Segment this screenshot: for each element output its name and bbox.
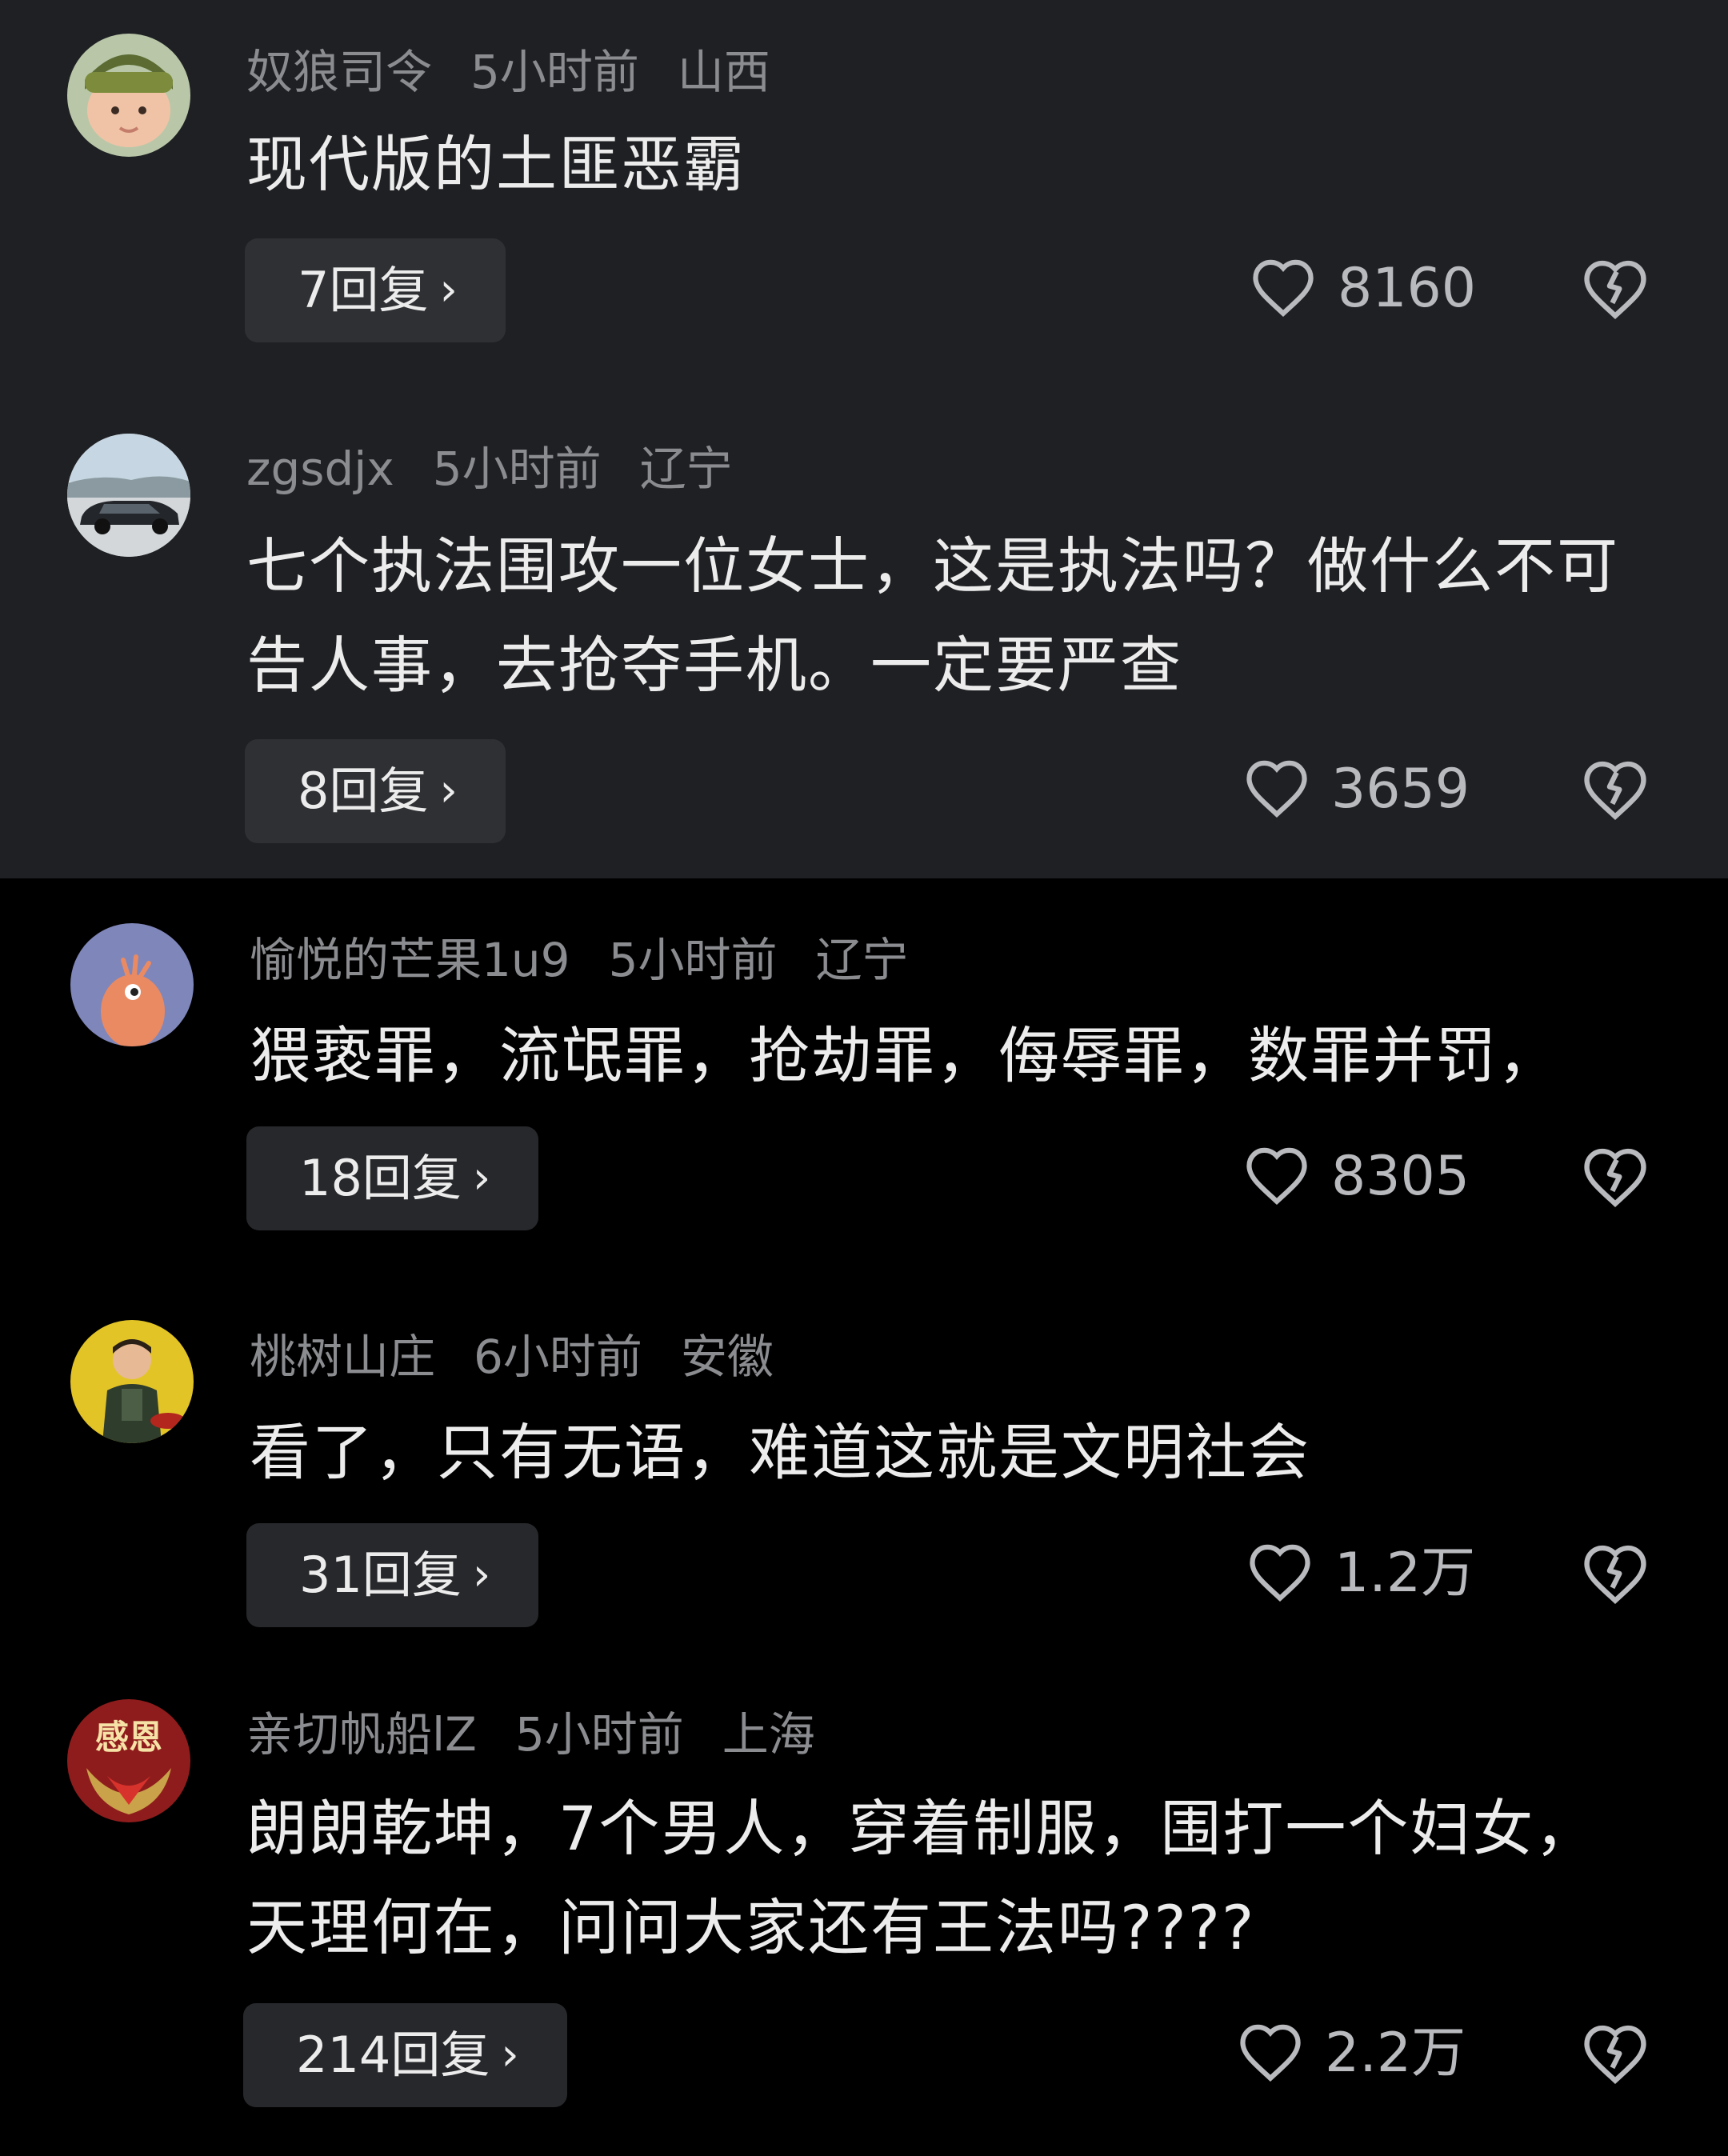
username[interactable]: 奴狼司令 xyxy=(246,45,432,99)
username[interactable]: 愉悦的芒果1u9 xyxy=(250,933,570,987)
avatar[interactable] xyxy=(70,1320,194,1443)
reply-count-label: 8回复 xyxy=(298,762,429,820)
chevron-right-icon: › xyxy=(472,1152,491,1204)
comment-meta: zgsdjx 5小时前 辽宁 xyxy=(246,437,771,501)
like-button[interactable]: 8160 xyxy=(1250,237,1476,341)
mango-bird-avatar-icon xyxy=(70,923,194,1046)
broken-heart-icon xyxy=(1584,761,1646,821)
reply-count-label: 31回复 xyxy=(299,1546,462,1604)
view-replies-button[interactable]: 18回复 › xyxy=(246,1126,539,1230)
dislike-button[interactable] xyxy=(1581,1522,1650,1626)
view-replies-button[interactable]: 8回复 › xyxy=(245,739,506,843)
like-count: 3659 xyxy=(1331,758,1470,821)
comment-text: 七个执法围攻一位女士，这是执法吗？做什么不可告人事，去抢夺手机。一定要严查 xyxy=(246,530,1619,701)
like-button[interactable]: 8305 xyxy=(1243,1125,1470,1229)
heart-outline-icon xyxy=(1250,1545,1310,1602)
like-count: 1.2万 xyxy=(1334,1542,1476,1605)
chevron-right-icon: › xyxy=(439,765,458,817)
child-avatar-icon xyxy=(70,1320,194,1443)
gratitude-avatar-icon: 感恩 xyxy=(67,1699,190,1822)
reply-count-label: 214回复 xyxy=(296,2026,490,2084)
dislike-button[interactable] xyxy=(1581,738,1650,842)
like-button[interactable]: 1.2万 xyxy=(1246,1522,1475,1626)
reply-count-label: 18回复 xyxy=(299,1149,462,1207)
dislike-button[interactable] xyxy=(1581,237,1650,341)
timestamp: 5小时前 xyxy=(514,1707,684,1762)
comment-text: 朗朗乾坤，7个男人，穿着制服，围打一个妇女，天理何在，问问大家还有王法吗???? xyxy=(246,1793,1598,1963)
comment-text: 看了，只有无语，难道这就是文明社会 xyxy=(250,1417,1310,1488)
chevron-right-icon: › xyxy=(501,2029,519,2081)
username[interactable]: 桃树山庄 xyxy=(250,1330,435,1384)
location: 上海 xyxy=(722,1707,815,1762)
timestamp: 5小时前 xyxy=(470,45,639,99)
location: 辽宁 xyxy=(639,442,733,496)
comment-meta: 奴狼司令 5小时前 山西 xyxy=(246,40,809,104)
username[interactable]: 亲切帆船lZ xyxy=(246,1707,477,1762)
broken-heart-icon xyxy=(1584,260,1646,320)
comment-text: 猥亵罪，流氓罪，抢劫罪，侮辱罪，数罪并罚， xyxy=(250,1020,1560,1091)
timestamp: 5小时前 xyxy=(608,933,778,987)
broken-heart-icon xyxy=(1584,1545,1646,1605)
reply-count-label: 7回复 xyxy=(298,261,429,319)
avatar[interactable] xyxy=(67,34,190,157)
like-count: 8305 xyxy=(1331,1145,1470,1208)
broken-heart-icon xyxy=(1584,2025,1646,2085)
comment-meta: 亲切帆船lZ 5小时前 上海 xyxy=(246,1702,854,1766)
like-button[interactable]: 2.2万 xyxy=(1237,2002,1466,2106)
comment-meta: 愉悦的芒果1u9 5小时前 辽宁 xyxy=(250,928,947,992)
avatar[interactable] xyxy=(70,923,194,1046)
timestamp: 6小时前 xyxy=(474,1330,642,1384)
heart-outline-icon xyxy=(1253,260,1314,318)
heart-outline-icon xyxy=(1240,2025,1301,2082)
comment-meta: 桃树山庄 6小时前 安徽 xyxy=(250,1325,812,1389)
like-button[interactable]: 3659 xyxy=(1243,738,1470,842)
location: 安徽 xyxy=(680,1330,774,1384)
gratitude-avatar-label: 感恩 xyxy=(95,1718,162,1757)
view-replies-button[interactable]: 214回复 › xyxy=(243,2003,567,2107)
avatar[interactable]: 感恩 xyxy=(67,1699,190,1822)
chevron-right-icon: › xyxy=(472,1549,491,1601)
comment-text: 现代版的土匪恶霸 xyxy=(246,129,746,200)
username[interactable]: zgsdjx xyxy=(246,442,394,496)
location: 山西 xyxy=(677,45,770,99)
location: 辽宁 xyxy=(815,933,909,987)
heart-outline-icon xyxy=(1246,761,1307,818)
car-avatar-icon xyxy=(67,434,190,557)
dislike-button[interactable] xyxy=(1581,1125,1650,1229)
baby-avatar-icon xyxy=(67,34,190,157)
view-replies-button[interactable]: 31回复 › xyxy=(246,1523,539,1627)
chevron-right-icon: › xyxy=(439,264,458,316)
dislike-button[interactable] xyxy=(1581,2002,1650,2106)
broken-heart-icon xyxy=(1584,1148,1646,1208)
view-replies-button[interactable]: 7回复 › xyxy=(245,238,506,342)
heart-outline-icon xyxy=(1246,1148,1307,1206)
timestamp: 5小时前 xyxy=(432,442,602,496)
like-count: 8160 xyxy=(1338,257,1477,320)
avatar[interactable] xyxy=(67,434,190,557)
like-count: 2.2万 xyxy=(1325,2022,1466,2085)
